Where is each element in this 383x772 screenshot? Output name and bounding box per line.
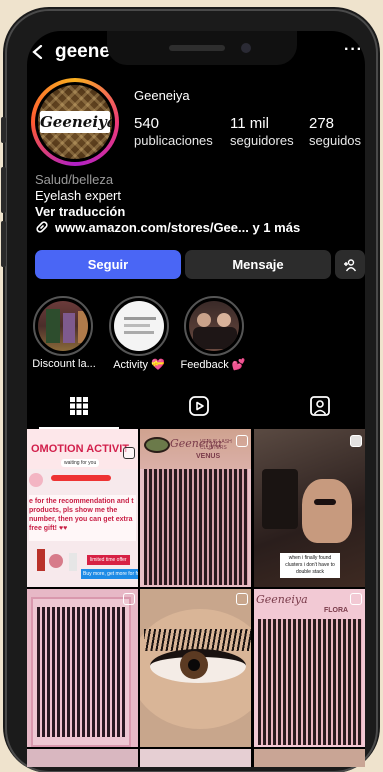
tagged-icon[interactable] [309,395,331,417]
post-carousel-icon [236,435,248,447]
post-promotion-banner2: Buy more, get more for free [81,569,138,579]
phone-frame: geene ··· Geeneiya Geeneiya 540 publicac… [1,7,380,772]
avatar-image: Geeneiya [38,85,112,159]
grid-icon[interactable] [68,395,90,417]
profile-tabs [27,387,365,429]
volume-down-button [1,221,6,267]
post-promotion-text: e for the recommendation and t products,… [29,498,134,532]
highlight-activity[interactable] [109,296,169,356]
follow-button[interactable]: Seguir [35,250,181,279]
post-partial-1[interactable] [27,749,138,767]
post-promotion-banner1: limited time offer [87,555,130,565]
post-carousel-icon [123,447,135,459]
stat-following-label: seguidos [309,133,362,148]
post-carousel-icon [123,593,135,605]
avatar-story-ring[interactable]: Geeneiya [31,78,119,166]
post-carousel-icon [236,593,248,605]
post-partial-2[interactable] [140,749,251,767]
back-arrow-icon[interactable] [31,45,45,59]
mute-switch [1,117,6,143]
stat-posts-value: 540 [134,115,160,132]
highlight-discount[interactable] [33,296,93,356]
post-promotion-title: OMOTION ACTIVIT [31,443,129,455]
screen: geene ··· Geeneiya Geeneiya 540 publicac… [27,31,365,767]
speaker [169,45,225,51]
highlight-discount-image [38,301,88,351]
post-clusters-caption: when i finally found clusters i don't ha… [280,553,340,578]
see-translation-link[interactable]: Ver traducción [35,204,300,220]
post-flora[interactable]: Geeneiya FLORA [254,589,365,747]
stat-following[interactable]: 278 seguidos [309,115,361,148]
stat-posts-label: publicaciones [134,133,213,148]
stat-followers-label: seguidores [230,133,294,148]
stat-followers[interactable]: 11 mil seguidores [230,115,294,148]
stat-posts[interactable]: 540 publicaciones [134,115,213,148]
profile-username: geene [55,41,110,62]
post-venus-name: VENUS [196,453,221,460]
notch [107,31,297,65]
message-button[interactable]: Mensaje [185,250,331,279]
post-promotion-sub: waiting for you [61,459,100,467]
reels-icon[interactable] [188,395,210,417]
stat-followers-value: 11 mil [230,115,269,132]
bio: Salud/belleza Eyelash expert Ver traducc… [35,172,300,236]
highlight-feedback-label: Feedback 💕 [180,359,246,371]
post-carousel-icon [350,435,362,447]
highlight-activity-image [114,301,164,351]
post-lash-box[interactable] [27,589,138,747]
avatar-logo-text: Geeneiya [40,111,112,133]
stat-following-value: 278 [309,115,335,132]
front-camera [241,43,251,53]
post-flora-name: FLORA [324,607,349,614]
person-plus-icon [344,258,357,271]
post-video-clusters[interactable]: when i finally found clusters i don't ha… [254,429,365,587]
bio-category: Salud/belleza [35,172,114,187]
bio-link-text: www.amazon.com/stores/Gee... y 1 más [55,220,301,235]
post-venus[interactable]: Geeneiya VENUS LASH CLUSTERS VENUS [140,429,251,587]
post-eye-closeup[interactable] [140,589,251,747]
highlight-feedback[interactable] [184,296,244,356]
bio-text: Eyelash expert [35,188,121,203]
suggest-users-button[interactable] [335,250,365,279]
post-flora-brand: Geeneiya [256,593,308,606]
avatar: Geeneiya [35,82,115,162]
more-options-icon[interactable]: ··· [344,41,363,59]
link-icon [36,221,48,233]
display-name: Geeneiya [134,88,190,103]
post-partial-3[interactable] [254,749,365,767]
volume-up-button [1,167,6,213]
post-carousel-icon [350,593,362,605]
highlight-feedback-image [189,301,239,351]
post-promotion[interactable]: OMOTION ACTIVIT waiting for you e for th… [27,429,138,587]
bio-link[interactable]: www.amazon.com/stores/Gee... y 1 más [35,220,300,236]
